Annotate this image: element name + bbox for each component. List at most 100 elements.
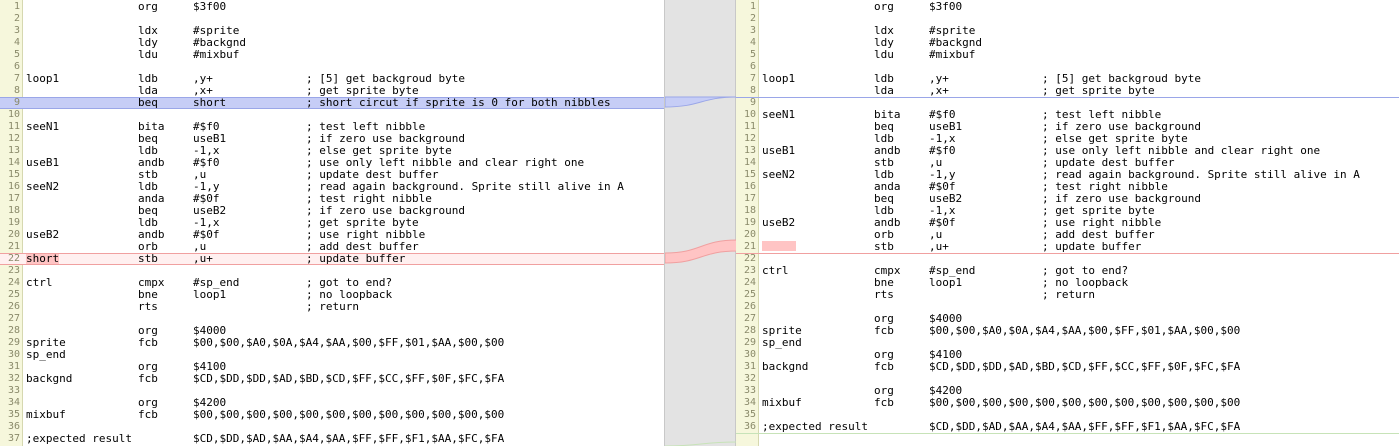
right-code-line[interactable]: 32 [736, 373, 1399, 385]
code-label: sp_end [26, 348, 66, 361]
line-number: 25 [743, 289, 756, 300]
left-code-line[interactable]: 22 short stb ,u+ ; update buffer [0, 253, 664, 265]
line-number: 7 [13, 73, 20, 84]
code-operand: ,u+ [193, 252, 213, 265]
left-code-line[interactable]: 3 ldx #sprite [0, 25, 664, 37]
line-number: 14 [7, 157, 20, 168]
right-editor-pane[interactable]: 1 org $3f00 2 3 ldx #sprite 4 ldy #backgnd 5 ldu #mi… [736, 0, 1399, 446]
right-code-line[interactable]: 4 ldy #backgnd [736, 37, 1399, 49]
line-number: 12 [7, 133, 20, 144]
line-number: 11 [7, 121, 20, 132]
line-number: 27 [7, 313, 20, 324]
left-code-line[interactable]: 30 sp_end [0, 349, 664, 361]
line-number: 21 [7, 241, 20, 252]
code-label: ;expected result [762, 420, 868, 433]
left-code-line[interactable]: 33 [0, 385, 664, 397]
right-code-line[interactable]: 34 mixbuf fcb $00,$00,$00,$00,$00,$00,$00,$… [736, 397, 1399, 409]
diff-connector-shapes [665, 96, 737, 446]
code-operand: ,u+ [929, 240, 949, 253]
line-number: 2 [749, 13, 756, 24]
code-label: seeN1 [26, 120, 60, 133]
line-number: 28 [743, 325, 756, 336]
line-number: 32 [743, 373, 756, 384]
line-number: 31 [743, 361, 756, 372]
line-number: 7 [749, 73, 756, 84]
code-comment: ; update buffer [1042, 240, 1142, 253]
left-code-line[interactable]: 37 ;expected result $CD,$DD,$AD,$AA,$A4,$A… [0, 433, 664, 445]
line-number: 15 [7, 169, 20, 180]
left-editor-pane[interactable]: 1 org $3f00 2 3 ldx #sprite 4 ldy #backgnd 5 ldu #mi… [0, 0, 664, 446]
code-label: useB1 [26, 156, 60, 169]
line-number: 35 [743, 409, 756, 420]
left-code-line[interactable]: 9 beq short ; short circut if sprite is 0 f… [0, 97, 664, 109]
left-code-line[interactable]: 27 [0, 313, 664, 325]
code-label: backgnd [26, 372, 73, 385]
code-comment: ; short circut if sprite is 0 for both n… [306, 96, 611, 109]
line-number: 23 [7, 265, 20, 276]
code-label: sp_end [762, 336, 802, 349]
line-number: 27 [743, 313, 756, 324]
line-number: 6 [13, 61, 20, 72]
line-number: 11 [743, 121, 756, 132]
right-code-line[interactable]: 1 org $3f00 [736, 1, 1399, 13]
code-mnemonic: fcb [874, 396, 894, 409]
code-operand: $00,$00,$A0,$0A,$A4,$AA,$00,$FF,$01,$AA,… [193, 336, 505, 349]
code-operand: $00,$00,$A0,$0A,$A4,$AA,$00,$FF,$01,$AA,… [929, 324, 1241, 337]
left-code-line[interactable]: 32 backgnd fcb $CD,$DD,$DD,$AD,$BD,$CD,$FF,… [0, 373, 664, 385]
code-operand: #mixbuf [929, 48, 976, 61]
code-label [762, 241, 796, 251]
code-operand: ,x+ [929, 84, 949, 97]
code-label: ;expected result [26, 432, 132, 445]
line-number: 25 [7, 289, 20, 300]
code-label: seeN2 [26, 180, 60, 193]
line-number: 4 [749, 37, 756, 48]
right-code-line[interactable]: 3 ldx #sprite [736, 25, 1399, 37]
left-code-line[interactable]: 35 mixbuf fcb $00,$00,$00,$00,$00,$00,$00,$… [0, 409, 664, 421]
line-number: 36 [7, 421, 20, 432]
code-operand: loop1 [193, 288, 227, 301]
line-number: 24 [7, 277, 20, 288]
left-code-line[interactable]: 1 org $3f00 [0, 1, 664, 13]
right-code-line[interactable]: 31 backgnd fcb $CD,$DD,$DD,$AD,$BD,$CD,$FF,… [736, 361, 1399, 373]
line-number: 26 [7, 301, 20, 312]
line-number: 24 [743, 277, 756, 288]
code-operand: $CD,$DD,$DD,$AD,$BD,$CD,$FF,$CC,$FF,$0F,… [193, 372, 505, 385]
line-number: 18 [7, 205, 20, 216]
left-code-line[interactable]: 26 rts ; return [0, 301, 664, 313]
line-number: 17 [743, 193, 756, 204]
right-code-line[interactable]: 25 rts ; return [736, 289, 1399, 301]
right-code-line[interactable]: 26 [736, 301, 1399, 313]
line-number: 8 [13, 85, 20, 96]
left-code-line[interactable]: 2 [0, 13, 664, 25]
line-number: 8 [749, 85, 756, 96]
line-number: 34 [743, 397, 756, 408]
code-mnemonic: ldu [874, 48, 894, 61]
line-number: 12 [743, 133, 756, 144]
code-mnemonic: lda [874, 84, 894, 97]
code-operand: $CD,$DD,$DD,$AD,$BD,$CD,$FF,$CC,$FF,$0F,… [929, 360, 1241, 373]
left-code-line[interactable]: 29 sprite fcb $00,$00,$A0,$0A,$A4,$AA,$00,$… [0, 337, 664, 349]
right-code-line[interactable]: 2 [736, 13, 1399, 25]
right-code-line[interactable]: 5 ldu #mixbuf [736, 49, 1399, 61]
code-label: ctrl [26, 276, 53, 289]
code-mnemonic: rts [874, 288, 894, 301]
code-comment: ; get sprite byte [1042, 84, 1155, 97]
left-code-line[interactable]: 4 ldy #backgnd [0, 37, 664, 49]
code-mnemonic: beq [138, 96, 158, 109]
line-number: 16 [7, 181, 20, 192]
left-code-line[interactable]: 5 ldu #mixbuf [0, 49, 664, 61]
code-operand: loop1 [929, 276, 963, 289]
right-code-line[interactable]: 36 ;expected result $CD,$DD,$AD,$AA,$A4,$A… [736, 421, 1399, 434]
right-code-line[interactable]: 29 sp_end [736, 337, 1399, 349]
right-code-line[interactable]: 28 sprite fcb $00,$00,$A0,$0A,$A4,$AA,$00,$… [736, 325, 1399, 337]
line-number: 18 [743, 205, 756, 216]
line-number: 35 [7, 409, 20, 420]
line-number: 20 [7, 229, 20, 240]
line-number: 9 [13, 97, 20, 108]
line-number: 2 [13, 13, 20, 24]
code-label: backgnd [762, 360, 809, 373]
line-number: 3 [13, 25, 20, 36]
line-number: 15 [743, 169, 756, 180]
code-mnemonic: stb [138, 252, 158, 265]
line-number: 5 [13, 49, 20, 60]
